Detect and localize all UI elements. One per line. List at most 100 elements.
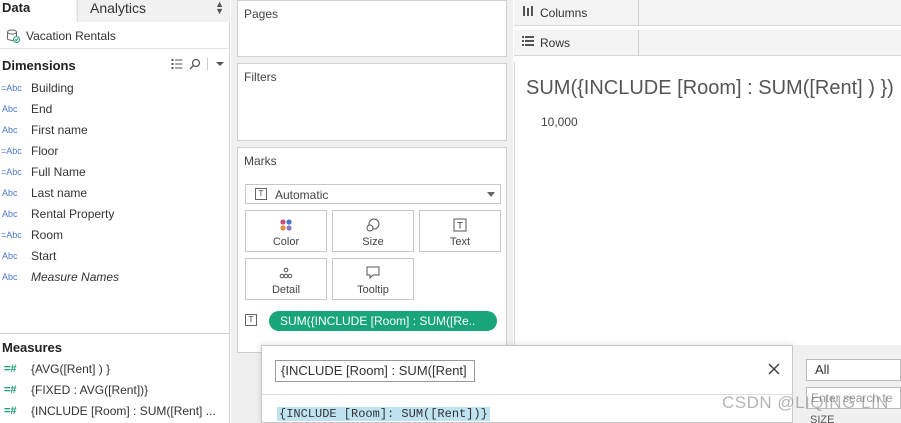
dimension-field-floor[interactable]: =Abc Floor — [0, 141, 230, 162]
detail-dots-icon — [279, 267, 293, 279]
side-tab-bar: Data Analytics ▲ ▼ — [0, 0, 230, 22]
measure-type-icon: =# — [4, 363, 17, 375]
filters-title: Filters — [244, 70, 277, 84]
color-button[interactable]: Color — [245, 210, 327, 252]
tooltip-label: Tooltip — [357, 284, 389, 296]
text-button[interactable]: T Text — [419, 210, 501, 252]
calc-editor-separator — [262, 394, 794, 395]
field-type-icon: Abc — [2, 251, 18, 261]
close-icon[interactable] — [765, 360, 783, 378]
measure-type-icon: =# — [4, 384, 17, 396]
measures-title: Measures — [2, 340, 62, 355]
tools-separator — [207, 58, 208, 70]
view-value[interactable]: 10,000 — [541, 115, 578, 129]
field-name: End — [31, 102, 53, 116]
datasource-name: Vacation Rentals — [26, 29, 116, 43]
mark-type-dropdown[interactable]: T Automatic — [245, 184, 501, 204]
dimensions-tools — [171, 58, 226, 70]
dimension-field-measure-names[interactable]: Abc Measure Names — [0, 267, 230, 288]
field-type-icon: Abc — [2, 125, 18, 135]
detail-button[interactable]: Detail — [245, 258, 327, 300]
text-mark-icon: T — [255, 188, 267, 200]
dimension-field-room[interactable]: =Abc Room — [0, 225, 230, 246]
text-icon: T — [453, 218, 467, 232]
shelf-divider — [638, 0, 639, 26]
search-icon[interactable] — [189, 58, 201, 70]
mark-type-value: Automatic — [275, 188, 329, 202]
marks-title: Marks — [244, 154, 277, 168]
field-type-icon: =Abc — [1, 230, 22, 240]
shelf-divider — [638, 30, 639, 56]
rows-label: Rows — [540, 36, 571, 50]
calculation-editor: {INCLUDE [Room] : SUM([Rent] {INCLUDE [R… — [261, 345, 794, 423]
chevron-down-icon — [487, 192, 495, 197]
field-type-icon: Abc — [2, 104, 18, 114]
columns-label: Columns — [540, 6, 588, 20]
tab-analytics[interactable]: Analytics ▲ ▼ — [77, 0, 230, 22]
measure-type-icon: =# — [4, 405, 17, 417]
field-name: {AVG([Rent] ) } — [31, 362, 111, 376]
field-type-icon: =Abc — [1, 146, 22, 156]
dimension-field-last-name[interactable]: Abc Last name — [0, 183, 230, 204]
marks-card: Marks T Automatic Color Size T Text Deta… — [237, 147, 507, 353]
measure-field-include-room-sum-rent[interactable]: =# {INCLUDE [Room] : SUM([Rent] ... — [0, 401, 230, 422]
datasource-check-icon — [7, 29, 20, 43]
pages-card[interactable]: Pages — [237, 0, 507, 57]
dimensions-menu-chevron-down-icon[interactable] — [214, 58, 226, 70]
function-list-item[interactable]: SIZE — [810, 414, 834, 423]
rows-shelf[interactable]: Rows — [514, 30, 901, 56]
pages-title: Pages — [244, 7, 279, 21]
calc-formula-text[interactable]: {INCLUDE [Room]: SUM([Rent])} — [277, 407, 490, 421]
field-name: Room — [31, 228, 64, 242]
field-name: Floor — [31, 144, 59, 158]
tab-data[interactable]: Data — [0, 0, 76, 22]
field-type-icon: Abc — [2, 209, 18, 219]
rows-icon — [522, 36, 534, 46]
measures-header: Measures — [0, 336, 230, 358]
calc-name-input[interactable]: {INCLUDE [Room] : SUM([Rent] — [275, 360, 475, 382]
tab-scroll-arrows-icon[interactable]: ▲ ▼ — [215, 0, 224, 16]
view-title: SUM({INCLUDE [Room] : SUM([Rent] ) }) — [526, 77, 894, 99]
field-name: Measure Names — [31, 270, 120, 284]
measure-field-avg-rent[interactable]: =# {AVG([Rent] ) } — [0, 359, 230, 380]
columns-icon — [523, 6, 533, 16]
svg-text:T: T — [456, 222, 463, 232]
tableau-workspace: Data Analytics ▲ ▼ Vacation Rentals Dimen… — [0, 0, 901, 423]
color-label: Color — [272, 236, 300, 248]
datasource-item[interactable]: Vacation Rentals — [0, 25, 230, 49]
field-name: First name — [31, 123, 88, 137]
color-dots-icon — [280, 219, 292, 231]
list-view-icon[interactable] — [171, 58, 183, 70]
watermark: CSDN @LIQING LIN — [722, 393, 889, 412]
field-type-icon: Abc — [2, 272, 18, 282]
filters-card[interactable]: Filters — [237, 63, 507, 141]
detail-label: Detail — [271, 284, 301, 296]
tab-analytics-label: Analytics — [90, 0, 147, 16]
field-type-icon: Abc — [2, 188, 18, 198]
marks-pill-row: T SUM({INCLUDE [Room] : SUM([Re.. — [245, 311, 501, 331]
measure-field-fixed-avg-rent[interactable]: =# {FIXED : AVG([Rent])} — [0, 380, 230, 401]
dimension-field-first-name[interactable]: Abc First name — [0, 120, 230, 141]
field-type-icon: =Abc — [1, 167, 22, 177]
field-name: Building — [31, 81, 74, 95]
dimensions-header: Dimensions — [0, 54, 230, 76]
tooltip-button[interactable]: Tooltip — [332, 258, 414, 300]
text-label: Text — [449, 236, 471, 248]
pane-divider[interactable] — [0, 333, 230, 334]
field-name: {INCLUDE [Room] : SUM([Rent] ... — [31, 404, 216, 418]
field-name: Rental Property — [31, 207, 115, 221]
dimension-field-full-name[interactable]: =Abc Full Name — [0, 162, 230, 183]
function-category-select[interactable]: All — [806, 359, 901, 381]
dimension-field-end[interactable]: Abc End — [0, 99, 230, 120]
field-name: {FIXED : AVG([Rent])} — [31, 383, 149, 397]
tooltip-speech-bubble-icon — [366, 266, 380, 280]
field-name: Full Name — [31, 165, 86, 179]
measure-pill[interactable]: SUM({INCLUDE [Room] : SUM([Re.. — [269, 311, 497, 331]
dimension-field-rental-property[interactable]: Abc Rental Property — [0, 204, 230, 225]
size-button[interactable]: Size — [332, 210, 414, 252]
dimension-field-start[interactable]: Abc Start — [0, 246, 230, 267]
columns-shelf[interactable]: Columns — [514, 0, 901, 26]
dimensions-title: Dimensions — [2, 58, 76, 73]
dimension-field-building[interactable]: =Abc Building — [0, 78, 230, 99]
text-mark-icon: T — [245, 314, 257, 326]
